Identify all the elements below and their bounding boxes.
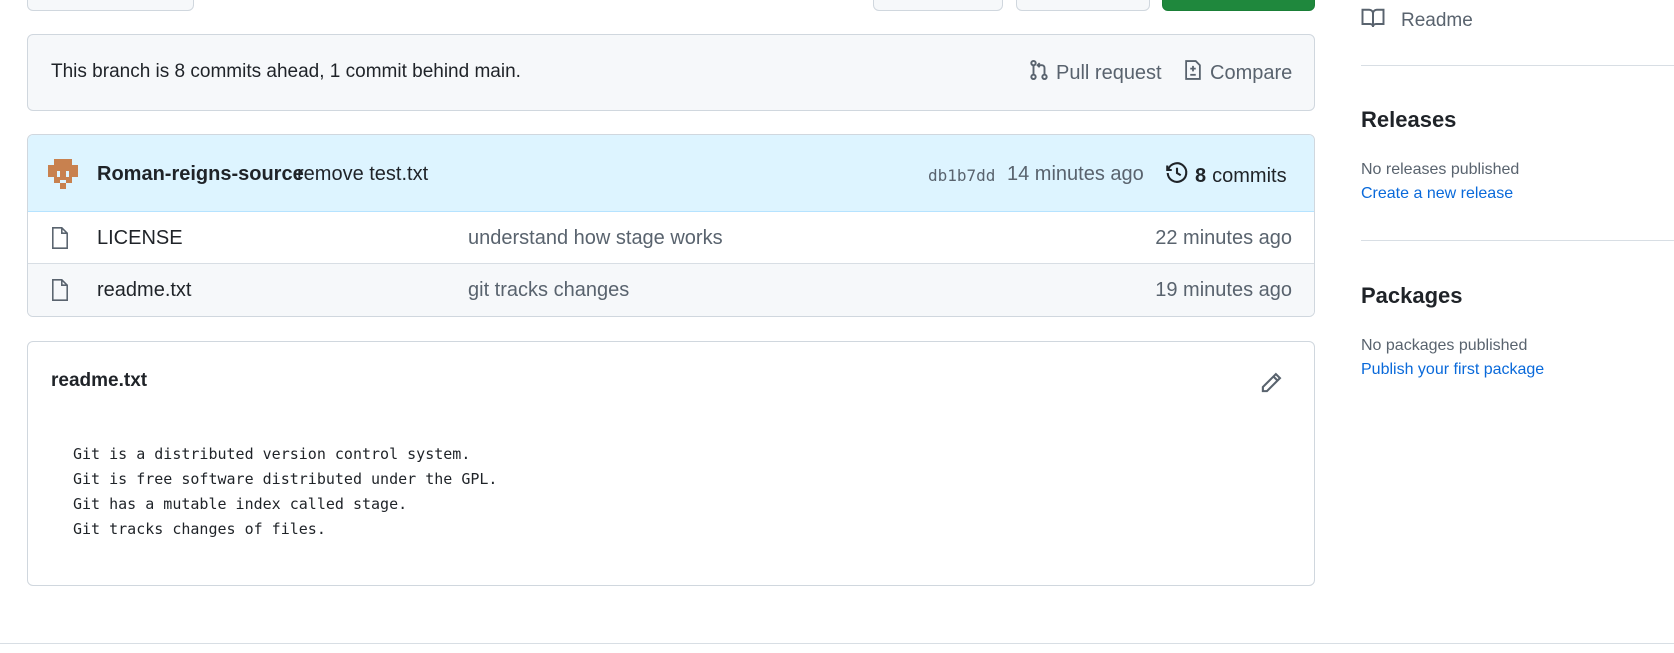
file-icon — [50, 278, 70, 302]
readme-line: Git is a distributed version control sys… — [73, 445, 471, 463]
pencil-icon — [1261, 372, 1282, 393]
file-commit-message-link[interactable]: understand how stage works — [468, 227, 723, 250]
commit-sha-link[interactable]: db1b7dd — [928, 166, 995, 185]
edit-file-button[interactable] — [1258, 370, 1284, 396]
avatar[interactable] — [48, 159, 78, 189]
readme-panel: readme.txt Git is a distributed version … — [27, 341, 1315, 586]
commit-time: 14 minutes ago — [1007, 163, 1144, 185]
table-row[interactable]: readme.txt git tracks changes 19 minutes… — [28, 264, 1314, 316]
page-divider — [0, 643, 1674, 644]
compare-button[interactable]: Compare — [1182, 59, 1292, 87]
readme-line: Git has a mutable index called stage. — [73, 495, 408, 513]
latest-commit-bar: Roman-reigns-source remove test.txt db1b… — [28, 135, 1314, 212]
file-commit-time: 22 minutes ago — [1155, 227, 1292, 249]
history-icon — [1165, 161, 1189, 191]
readme-line: Git is free software distributed under t… — [73, 470, 498, 488]
git-pull-request-icon — [1028, 59, 1050, 87]
file-table: Roman-reigns-source remove test.txt db1b… — [27, 134, 1315, 317]
compare-label: Compare — [1210, 61, 1293, 84]
commits-label: commits — [1212, 164, 1287, 187]
branch-status-text: This branch is 8 commits ahead, 1 commit… — [51, 61, 521, 82]
commit-message-link[interactable]: remove test.txt — [297, 163, 428, 186]
sidebar-readme-label: Readme — [1401, 10, 1473, 31]
code-button[interactable] — [1162, 0, 1315, 11]
top-button-middle-2[interactable] — [1016, 0, 1150, 11]
readme-title: readme.txt — [51, 370, 148, 391]
file-name-link[interactable]: LICENSE — [97, 227, 183, 250]
top-button-left[interactable] — [27, 0, 194, 11]
file-name-link[interactable]: readme.txt — [97, 279, 191, 302]
pull-request-label: Pull request — [1056, 61, 1162, 84]
packages-heading[interactable]: Packages — [1361, 283, 1463, 309]
readme-line: Git tracks changes of files. — [73, 520, 326, 538]
releases-empty-text: No releases published — [1361, 161, 1520, 178]
sidebar-readme-link[interactable]: Readme — [1361, 6, 1473, 36]
commit-author-link[interactable]: Roman-reigns-source — [97, 163, 304, 186]
table-row[interactable]: LICENSE understand how stage works 22 mi… — [28, 212, 1314, 264]
releases-heading[interactable]: Releases — [1361, 107, 1456, 133]
readme-content: Git is a distributed version control sys… — [73, 442, 497, 542]
book-icon — [1361, 6, 1385, 36]
file-commit-message-link[interactable]: git tracks changes — [468, 279, 629, 302]
sidebar-divider — [1361, 65, 1674, 66]
top-button-middle-1[interactable] — [873, 0, 1003, 11]
branch-status-box: This branch is 8 commits ahead, 1 commit… — [27, 34, 1315, 111]
file-diff-icon — [1182, 59, 1204, 87]
create-release-link[interactable]: Create a new release — [1361, 185, 1513, 203]
publish-package-link[interactable]: Publish your first package — [1361, 361, 1544, 379]
commits-history-link[interactable]: 8 commits — [1165, 161, 1287, 191]
commit-count: 8 — [1195, 164, 1207, 187]
packages-empty-text: No packages published — [1361, 337, 1528, 354]
file-icon — [50, 226, 70, 250]
pull-request-button[interactable]: Pull request — [1028, 59, 1162, 87]
file-commit-time: 19 minutes ago — [1155, 279, 1292, 301]
sidebar-divider — [1361, 240, 1674, 241]
